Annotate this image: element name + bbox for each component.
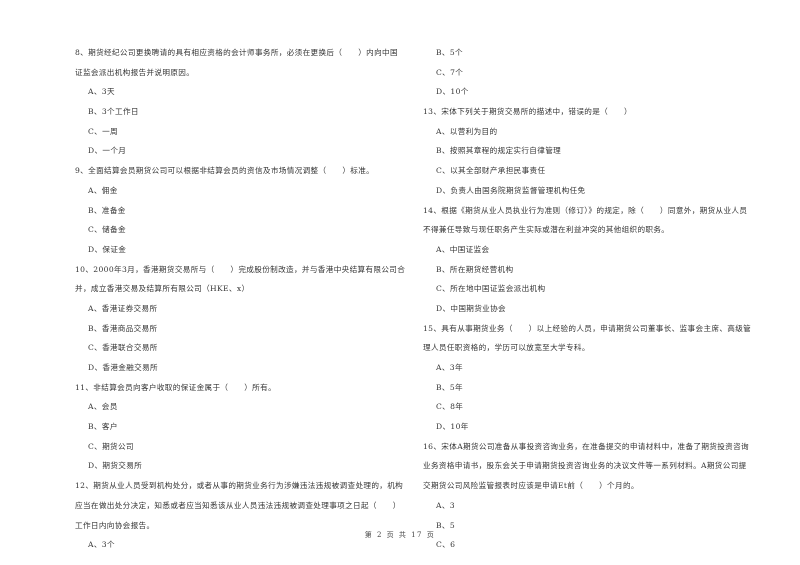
- question-text: 16、宋体A期货公司准备从事投资咨询业务，在准备提交的申请材料中，准备了期货投资…: [423, 441, 749, 451]
- answer-option: C、7个: [436, 67, 464, 77]
- answer-option: B、香港商品交易所: [88, 323, 158, 333]
- question-text: 并，成立香港交易及结算所有限公司（HKE、x）: [75, 284, 250, 294]
- answer-option: B、按照其章程的规定实行自律管理: [436, 146, 562, 156]
- page-footer: 第 2 页 共 17 页: [364, 531, 436, 539]
- answer-option: B、所在期货经营机构: [436, 264, 514, 274]
- answer-option: A、佣金: [88, 185, 118, 195]
- question-text: 不得兼任导致与现任职务产生实际或潜在利益冲突的其他组织的职务。: [423, 225, 670, 235]
- exam-page: 8、期货经纪公司更换聘请的具有相应资格的会计师事务所，必须在更换后（ ）内向中国…: [0, 0, 800, 565]
- question-text: 9、全面结算会员期货公司可以根据非结算会员的资信及市场情况调整（ ）标准。: [75, 166, 375, 176]
- answer-option: C、一周: [88, 126, 118, 136]
- question-text: 应当在做出处分决定，知悉或者应当知悉该从业人员违法违规被调查处理事项之日起（ ）: [75, 500, 401, 510]
- question-text: 14、根据《期货从业人员执业行为准则（修订）》的规定，除（ ）同意外，期货从业人…: [423, 205, 748, 215]
- answer-option: C、香港联合交易所: [88, 343, 158, 353]
- answer-option: B、5个: [436, 48, 463, 57]
- question-text: 8、期货经纪公司更换聘请的具有相应资格的会计师事务所，必须在更换后（ ）内向中国: [75, 48, 398, 57]
- question-text: 证监会派出机构报告并说明原因。: [75, 67, 195, 77]
- answer-option: A、中国证监会: [436, 244, 490, 254]
- answer-option: A、3: [436, 500, 455, 510]
- answer-option: C、所在地中国证监会派出机构: [436, 284, 546, 294]
- answer-option: D、保证金: [88, 244, 127, 254]
- question-text: 交期货公司风险监管报表时应该是申请Et前（ ）个月的。: [423, 481, 639, 491]
- answer-option: B、5年: [436, 382, 463, 392]
- answer-option: C、期货公司: [88, 441, 134, 451]
- answer-option: D、中国期货业协会: [436, 303, 506, 313]
- answer-option: A、3天: [88, 87, 115, 97]
- answer-option: A、以营利为目的: [436, 126, 498, 136]
- question-text: 11、非结算会员向客户收取的保证金属于（ ）所有。: [75, 382, 277, 392]
- answer-option: B、3个工作日: [88, 107, 139, 117]
- answer-option: C、储备金: [88, 225, 126, 235]
- question-text: 10、2000年3月，香港期货交易所与（ ）完成股份制改造，并与香港中央结算有限…: [75, 264, 406, 274]
- answer-option: B、客户: [88, 422, 118, 432]
- answer-option: C、8年: [436, 402, 464, 412]
- answer-option: D、一个月: [88, 146, 127, 156]
- answer-option: D、10年: [436, 422, 469, 432]
- answer-option: D、负责人由国务院期货监督管理机构任免: [436, 185, 586, 195]
- answer-option: A、会员: [88, 402, 118, 412]
- answer-option: A、香港证券交易所: [88, 303, 158, 313]
- answer-option: A、3年: [436, 363, 463, 372]
- question-text: 15、具有从事期货业务（ ）以上经验的人员，申请期货公司董事长、监事会主席、高级…: [423, 323, 752, 333]
- question-text: 12、期货从业人员受到机构处分，或者从事的期货业务行为涉嫌违法违规被调查处理的，…: [75, 481, 404, 491]
- answer-option: D、香港金融交易所: [88, 363, 158, 372]
- right-column: B、5个 C、7个 D、10个 13、宋体下列关于期货交易所的描述中，错误的是（ ） A…: [423, 43, 773, 555]
- answer-option: D、期货交易所: [88, 461, 143, 471]
- question-text: 业务资格申请书，股东会关于申请期货投资咨询业务的决议文件等一系列材料。A期货公司…: [423, 461, 747, 471]
- question-text: 理人员任职资格的，学历可以放宽至大学专科。: [423, 343, 590, 353]
- left-column: 8、期货经纪公司更换聘请的具有相应资格的会计师事务所，必须在更换后（ ）内向中国…: [75, 43, 420, 555]
- answer-option: D、10个: [436, 87, 469, 97]
- question-text: 13、宋体下列关于期货交易所的描述中，错误的是（ ）: [423, 107, 632, 117]
- answer-option: C、以其全部财产承担民事责任: [436, 166, 546, 176]
- answer-option: B、准备金: [88, 205, 126, 215]
